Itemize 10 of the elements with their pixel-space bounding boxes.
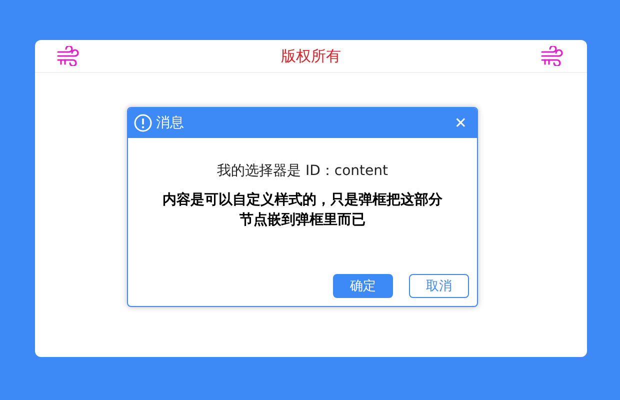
- wind-icon: [541, 46, 565, 66]
- dialog-title: 消息: [156, 114, 185, 132]
- header-title: 版权所有: [281, 46, 341, 66]
- close-button[interactable]: ✕: [452, 114, 469, 132]
- confirm-button[interactable]: 确定: [333, 274, 393, 298]
- selector-text: 我的选择器是 ID：content: [216, 162, 389, 180]
- cancel-button[interactable]: 取消: [409, 274, 469, 298]
- dialog-message: 内容是可以自定义样式的，只是弹框把这部分节点嵌到弹框里而已: [162, 190, 442, 230]
- info-icon: [134, 114, 152, 132]
- wind-icon: [57, 46, 81, 66]
